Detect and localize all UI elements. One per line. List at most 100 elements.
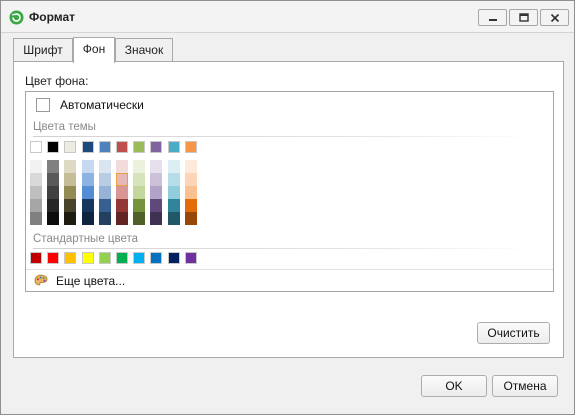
maximize-button[interactable] [509, 9, 538, 26]
theme-tone-swatch[interactable] [81, 199, 94, 212]
tab-font[interactable]: Шрифт [13, 38, 73, 62]
theme-tone-swatch[interactable] [116, 186, 128, 199]
theme-tone-swatch[interactable] [98, 212, 111, 225]
theme-tone-swatch[interactable] [150, 212, 163, 225]
theme-tone-swatch[interactable] [98, 160, 111, 173]
theme-tone-column [133, 160, 146, 225]
tab-background[interactable]: Фон [73, 37, 115, 63]
theme-tone-swatch[interactable] [167, 212, 180, 225]
theme-tone-swatch[interactable] [116, 173, 128, 186]
standard-color-swatch[interactable] [30, 252, 42, 264]
theme-color-swatch[interactable] [64, 141, 77, 153]
theme-color-swatch[interactable] [47, 141, 60, 153]
theme-tone-swatch[interactable] [133, 173, 146, 186]
background-color-label: Цвет фона: [25, 74, 89, 88]
theme-color-swatch[interactable] [81, 141, 94, 153]
standard-color-swatch[interactable] [64, 252, 77, 264]
theme-tone-swatch[interactable] [133, 212, 146, 225]
theme-tone-column [184, 160, 197, 225]
theme-tone-swatch[interactable] [64, 212, 77, 225]
tab-icon[interactable]: Значок [115, 38, 173, 62]
theme-tone-column [30, 160, 42, 225]
standard-color-swatch[interactable] [47, 252, 60, 264]
ok-button[interactable]: OK [421, 375, 487, 397]
theme-tone-swatch[interactable] [47, 186, 60, 199]
theme-tone-swatch[interactable] [30, 186, 42, 199]
theme-color-swatch[interactable] [98, 141, 111, 153]
theme-tone-column [116, 160, 128, 225]
standard-color-swatch[interactable] [150, 252, 163, 264]
theme-color-swatch[interactable] [167, 141, 180, 153]
standard-color-swatch[interactable] [133, 252, 146, 264]
theme-tone-swatch[interactable] [184, 199, 197, 212]
theme-tone-column [150, 160, 163, 225]
theme-tone-swatch[interactable] [184, 160, 197, 173]
theme-tone-swatch[interactable] [30, 212, 42, 225]
theme-color-swatch[interactable] [30, 141, 42, 153]
theme-colors-label: Цвета темы [33, 121, 96, 133]
theme-tone-swatch[interactable] [167, 173, 180, 186]
clear-button[interactable]: Очистить [477, 322, 550, 344]
theme-tone-column [98, 160, 111, 225]
minimize-button[interactable] [478, 9, 507, 26]
theme-color-swatch[interactable] [133, 141, 146, 153]
theme-tone-swatch[interactable] [167, 186, 180, 199]
theme-tone-swatch[interactable] [64, 173, 77, 186]
theme-tone-swatch[interactable] [150, 160, 163, 173]
automatic-color-swatch [36, 97, 50, 112]
standard-color-swatch[interactable] [184, 252, 197, 264]
theme-tone-column [81, 160, 94, 225]
theme-tone-swatch[interactable] [47, 212, 60, 225]
theme-tone-swatch[interactable] [184, 212, 197, 225]
theme-tone-swatch[interactable] [98, 199, 111, 212]
theme-tone-swatch[interactable] [64, 199, 77, 212]
theme-tone-swatch[interactable] [30, 173, 42, 186]
theme-tone-swatch[interactable] [30, 199, 42, 212]
theme-color-swatch[interactable] [184, 141, 197, 153]
theme-color-swatch[interactable] [150, 141, 163, 153]
theme-tone-swatch[interactable] [116, 160, 128, 173]
theme-tone-swatch[interactable] [64, 160, 77, 173]
format-dialog: Формат Шрифт Фон Значок Цвет фона: Автом… [0, 0, 575, 415]
theme-tone-swatch[interactable] [133, 199, 146, 212]
theme-tone-swatch[interactable] [116, 212, 128, 225]
theme-tone-swatch[interactable] [150, 199, 163, 212]
theme-tone-swatch[interactable] [64, 186, 77, 199]
theme-tone-column [47, 160, 60, 225]
theme-tone-swatch[interactable] [47, 173, 60, 186]
theme-tone-swatch[interactable] [81, 173, 94, 186]
window-title: Формат [29, 10, 76, 24]
theme-tone-swatch[interactable] [167, 199, 180, 212]
theme-tone-swatch[interactable] [30, 160, 42, 173]
more-colors-label: Еще цвета... [56, 273, 126, 288]
more-colors-option[interactable]: Еще цвета... [26, 269, 553, 291]
theme-tone-swatch[interactable] [150, 173, 163, 186]
theme-tone-column [167, 160, 180, 225]
theme-tone-swatch[interactable] [184, 173, 197, 186]
theme-tone-swatch[interactable] [81, 186, 94, 199]
standard-color-swatch[interactable] [167, 252, 180, 264]
theme-tone-swatch[interactable] [98, 173, 111, 186]
theme-tone-swatch[interactable] [47, 199, 60, 212]
theme-tone-swatch[interactable] [47, 160, 60, 173]
theme-tone-swatch[interactable] [184, 186, 197, 199]
theme-tone-swatch[interactable] [98, 186, 111, 199]
cancel-button[interactable]: Отмена [492, 375, 558, 397]
theme-tone-swatch[interactable] [133, 160, 146, 173]
theme-color-swatch[interactable] [116, 141, 128, 153]
automatic-color-option[interactable]: Автоматически [36, 96, 144, 113]
theme-tone-swatch[interactable] [81, 160, 94, 173]
standard-color-swatch[interactable] [98, 252, 111, 264]
title-bar: Формат [1, 1, 574, 33]
standard-color-swatch[interactable] [81, 252, 94, 264]
theme-tone-swatch[interactable] [133, 186, 146, 199]
palette-icon [34, 274, 48, 285]
theme-tone-swatch[interactable] [116, 199, 128, 212]
refresh-icon [9, 10, 24, 25]
maximize-icon [518, 13, 529, 22]
theme-tone-swatch[interactable] [167, 160, 180, 173]
standard-color-swatch[interactable] [116, 252, 128, 264]
theme-tone-swatch[interactable] [150, 186, 163, 199]
close-button[interactable] [540, 9, 569, 26]
theme-tone-swatch[interactable] [81, 212, 94, 225]
